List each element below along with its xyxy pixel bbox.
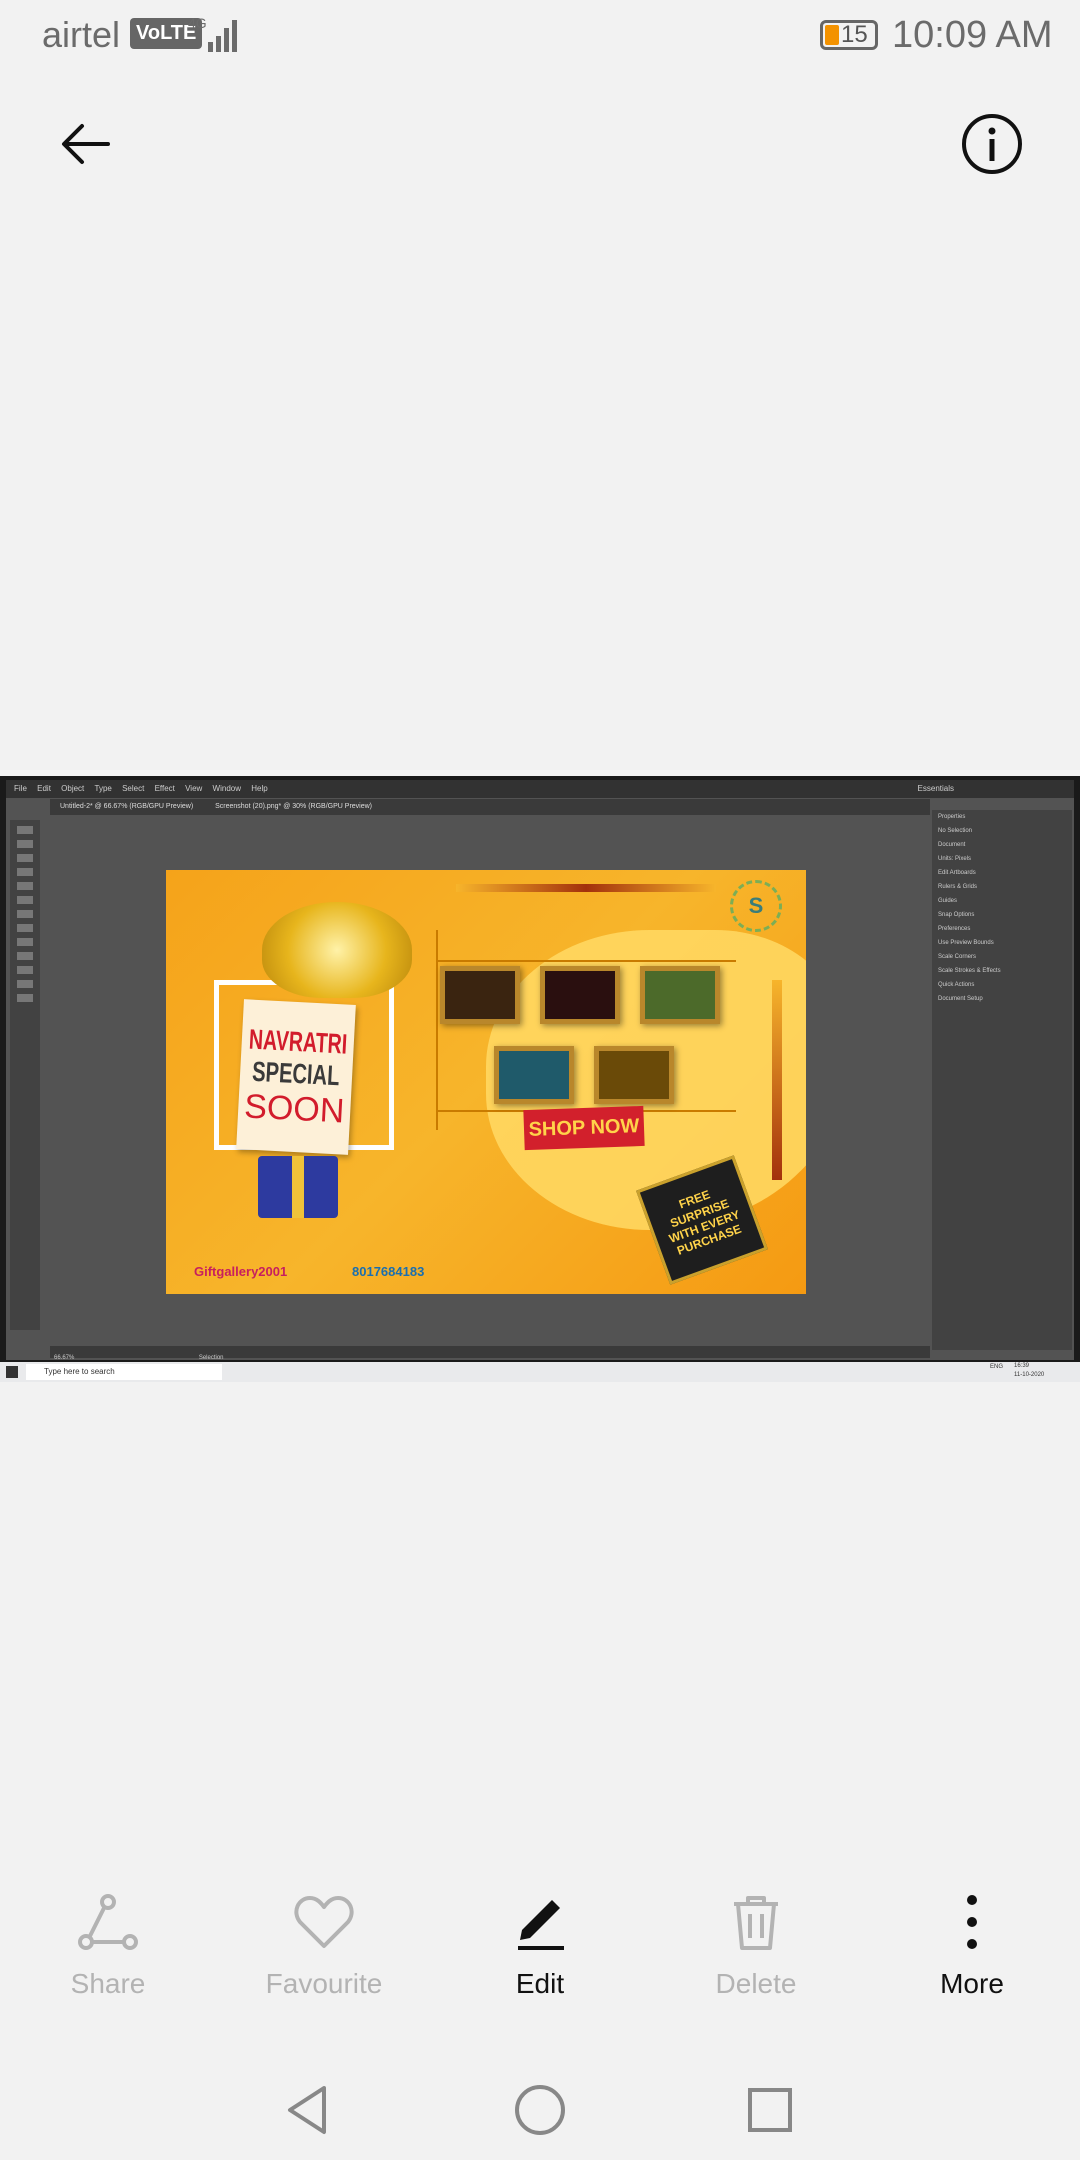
network-type: 4G xyxy=(188,15,207,31)
photo-view[interactable]: File Edit Object Type Select Effect View… xyxy=(0,776,1080,1382)
battery-icon: 15 xyxy=(820,20,878,50)
windows-taskbar: Type here to search ENG 16:39 11-10-2020 xyxy=(0,1362,1080,1382)
menu-edit: Edit xyxy=(37,784,51,793)
taskbar-date: 11-10-2020 xyxy=(1014,1372,1045,1378)
signal-icon: 4G xyxy=(188,15,237,52)
taskbar-time: 16:39 xyxy=(1014,1363,1030,1369)
card-line-3: SOON xyxy=(243,1086,346,1131)
menu-window: Window xyxy=(212,784,241,793)
share-icon xyxy=(78,1894,138,1950)
panel-item: Document xyxy=(938,842,966,848)
panel-item: Scale Strokes & Effects xyxy=(938,968,1001,974)
shop-now-ribbon: SHOP NOW xyxy=(523,1105,645,1151)
panel-item: Rulers & Grids xyxy=(938,884,978,890)
product-photo xyxy=(440,966,520,1024)
menu-object: Object xyxy=(61,784,85,793)
menu-help: Help xyxy=(251,784,268,793)
illustrator-window: File Edit Object Type Select Effect View… xyxy=(6,780,1074,1361)
arrow-left-icon xyxy=(62,124,110,164)
status-bar: airtel VoLTE 4G 15 10:09 AM xyxy=(0,0,1080,72)
panel-item: Scale Corners xyxy=(938,954,977,960)
panel-item: Edit Artboards xyxy=(938,870,976,876)
more-button[interactable]: More xyxy=(864,1890,1080,2020)
zoom-level: 66.67% xyxy=(54,1355,75,1361)
menu-type: Type xyxy=(94,784,112,793)
tools-panel xyxy=(10,820,40,1330)
phone-number: 8017684183 xyxy=(352,1264,425,1279)
menu-effect: Effect xyxy=(154,784,175,793)
status-strip: 66.67% Selection xyxy=(50,1346,930,1361)
panel-tab: Properties xyxy=(938,814,966,820)
nav-back-button[interactable] xyxy=(268,2070,348,2150)
favourite-label: Favourite xyxy=(265,1968,383,1999)
menu-file: File xyxy=(14,784,27,793)
share-label: Share xyxy=(70,1968,146,1999)
decorative-bar xyxy=(772,980,782,1180)
nav-recents-icon xyxy=(748,2088,792,2132)
frame-line xyxy=(436,960,736,962)
back-button[interactable] xyxy=(46,104,126,184)
nav-recents-button[interactable] xyxy=(730,2070,810,2150)
menu-select: Select xyxy=(122,784,145,793)
heart-icon xyxy=(294,1896,354,1948)
illustrator-menubar: File Edit Object Type Select Effect View… xyxy=(6,780,1074,798)
panel-item: Use Preview Bounds xyxy=(938,940,994,946)
menu-view: View xyxy=(185,784,203,793)
status-time: 10:09 AM xyxy=(892,14,1053,56)
product-photo xyxy=(640,966,720,1024)
panel-item: Guides xyxy=(938,898,958,904)
favourite-button[interactable]: Favourite xyxy=(216,1890,432,2020)
brand-logo: S xyxy=(730,880,782,932)
panel-item: Preferences xyxy=(938,926,971,932)
frame-line xyxy=(436,930,438,1130)
nav-home-icon xyxy=(515,2085,565,2135)
artboard: NAVRATRI SPECIAL SOON SHOP NOW FREE SURP… xyxy=(166,870,806,1294)
action-toolbar: Share Favourite Edit Delete More xyxy=(0,1890,1080,2020)
decorative-bar xyxy=(456,884,716,892)
panel-item: Snap Options xyxy=(938,912,975,918)
golden-bow xyxy=(262,902,412,998)
properties-panel: Properties No Selection Document Units: … xyxy=(932,810,1072,1350)
edit-label: Edit xyxy=(515,1968,565,1999)
pencil-icon xyxy=(518,1900,564,1950)
document-tab: Untitled-2* @ 66.67% (RGB/GPU Preview) xyxy=(60,803,194,810)
product-photo xyxy=(540,966,620,1024)
navigation-bar xyxy=(0,2060,1080,2160)
taskbar-search: Type here to search xyxy=(26,1364,222,1380)
nav-home-button[interactable] xyxy=(500,2070,580,2150)
delete-label: Delete xyxy=(715,1968,797,1999)
trash-icon xyxy=(734,1896,778,1950)
more-vertical-icon xyxy=(967,1895,977,1949)
nav-back-icon xyxy=(288,2086,326,2134)
info-icon xyxy=(962,114,1022,174)
product-photo xyxy=(594,1046,674,1104)
more-label: More xyxy=(940,1968,1004,1999)
panel-item: No Selection xyxy=(938,828,973,834)
battery-level: 15 xyxy=(841,21,868,48)
delete-button[interactable]: Delete xyxy=(648,1890,864,2020)
taskbar-lang: ENG xyxy=(990,1364,1004,1370)
document-tabs: Untitled-2* @ 66.67% (RGB/GPU Preview) S… xyxy=(50,799,930,815)
panel-item: Quick Actions xyxy=(938,982,975,988)
gift-box xyxy=(258,1156,338,1218)
product-photo xyxy=(494,1046,574,1104)
panel-item: Units: Pixels xyxy=(938,856,972,862)
share-button[interactable]: Share xyxy=(0,1890,216,2020)
card-line-1: NAVRATRI xyxy=(247,1022,348,1060)
info-button[interactable] xyxy=(952,104,1032,184)
windows-start-icon xyxy=(6,1366,18,1378)
carrier-name: airtel xyxy=(42,14,121,55)
panel-item: Document Setup xyxy=(938,996,983,1002)
card-line-2: SPECIAL xyxy=(251,1055,341,1091)
workspace-label: Essentials xyxy=(917,784,954,793)
edit-button[interactable]: Edit xyxy=(432,1890,648,2020)
navratri-card: NAVRATRI SPECIAL SOON xyxy=(236,999,356,1155)
document-tab: Screenshot (20).png* @ 30% (RGB/GPU Prev… xyxy=(215,803,372,810)
instagram-handle: Giftgallery2001 xyxy=(194,1264,288,1279)
current-tool: Selection xyxy=(198,1355,224,1361)
